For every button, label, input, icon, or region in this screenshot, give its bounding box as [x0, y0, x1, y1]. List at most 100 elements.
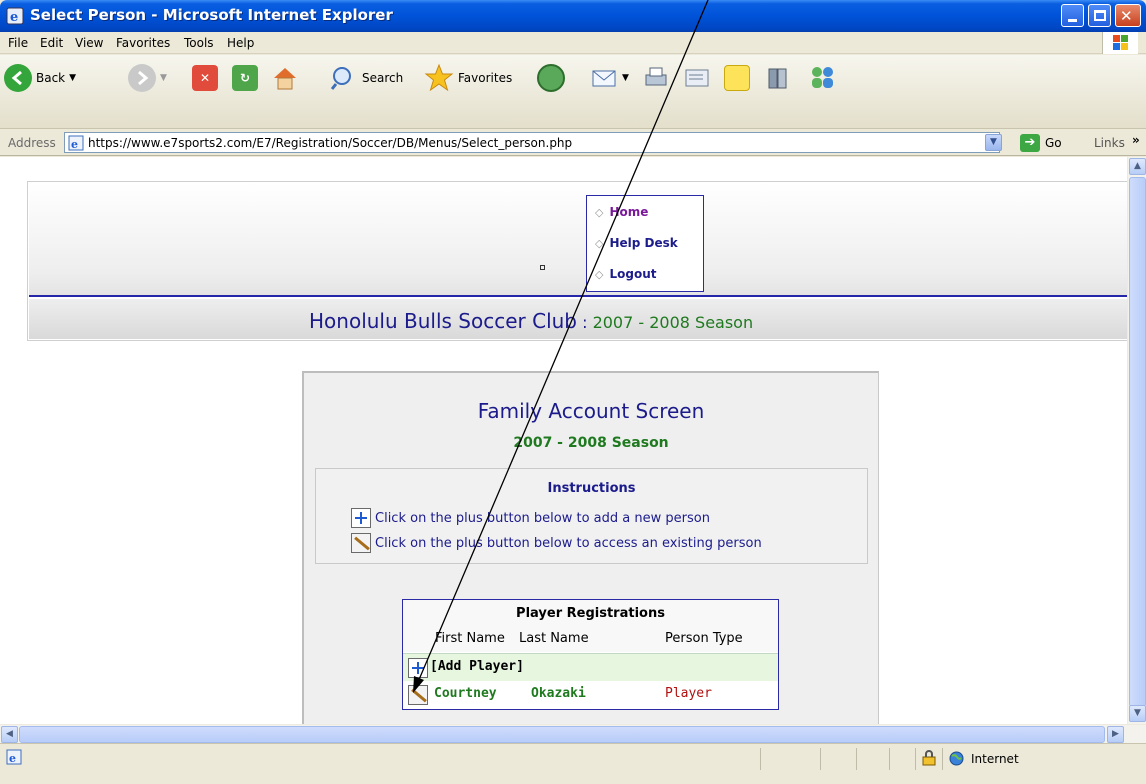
toolbar: Back ▼ ▼ ✕ ↻ Search Favorites ▼	[0, 55, 1146, 129]
messenger-button[interactable]	[808, 63, 838, 93]
add-player-link[interactable]: [Add Player]	[430, 659, 524, 674]
season-separator: :	[577, 313, 593, 332]
title-bar: e Select Person - Microsoft Internet Exp…	[0, 0, 1146, 32]
svg-text:e: e	[71, 138, 78, 151]
dropdown-arrow-icon: ▼	[160, 73, 167, 83]
search-button[interactable]: Search	[330, 63, 403, 93]
research-icon	[768, 68, 787, 89]
person-first-name[interactable]: Courtney	[434, 686, 497, 701]
nav-home[interactable]: ◇ Home	[595, 205, 648, 219]
pencil-icon	[351, 533, 371, 553]
menu-help[interactable]: Help	[227, 36, 254, 50]
notes-button[interactable]	[724, 63, 750, 93]
horizontal-scroll-thumb[interactable]	[19, 726, 1105, 743]
home-icon	[274, 68, 296, 90]
status-cell	[889, 748, 913, 770]
menu-favorites[interactable]: Favorites	[116, 36, 170, 50]
go-button[interactable]: ➔ Go	[1020, 134, 1062, 152]
history-icon	[537, 64, 565, 92]
star-icon	[424, 63, 454, 92]
zone-cell: Internet	[942, 748, 1142, 770]
home-button[interactable]	[271, 63, 299, 93]
page-icon: e	[68, 135, 84, 151]
dropdown-arrow-icon: ▼	[622, 73, 629, 83]
table-header: Player Registrations First Name Last Nam…	[403, 600, 778, 652]
status-cell	[856, 748, 886, 770]
address-label: Address	[8, 136, 56, 150]
menu-file[interactable]: File	[8, 36, 28, 50]
back-button[interactable]: Back ▼	[4, 63, 76, 93]
url-input[interactable]	[88, 134, 968, 151]
nav-menu: ◇ Home ◇ Help Desk ◇ Logout	[586, 195, 704, 292]
nav-help-desk[interactable]: ◇ Help Desk	[595, 236, 678, 250]
status-bar: e Internet	[0, 743, 1146, 784]
windows-logo-icon	[1102, 32, 1138, 54]
plus-icon	[351, 508, 371, 528]
scroll-up-icon[interactable]: ▲	[1129, 158, 1146, 175]
menu-edit[interactable]: Edit	[40, 36, 63, 50]
scroll-left-icon[interactable]: ◀	[1, 726, 18, 743]
address-bar: Address e ▼ ➔ Go Links »	[0, 130, 1146, 156]
search-icon	[330, 67, 351, 90]
address-field[interactable]: e	[64, 132, 1000, 153]
globe-icon	[949, 751, 964, 766]
go-arrow-icon: ➔	[1020, 134, 1040, 152]
dropdown-arrow-icon: ▼	[69, 73, 77, 83]
header-season: 2007 - 2008 Season	[592, 313, 754, 332]
stop-button[interactable]: ✕	[192, 63, 218, 93]
close-button[interactable]: ✕	[1115, 4, 1141, 27]
print-icon	[645, 67, 667, 86]
maximize-button[interactable]	[1088, 4, 1111, 27]
page-content: ◇ Home ◇ Help Desk ◇ Logout Honolulu Bul…	[0, 157, 1127, 724]
menu-bar: File Edit View Favorites Tools Help	[0, 32, 1146, 54]
instruction-add: Click on the plus button below to add a …	[351, 508, 710, 528]
diamond-icon: ◇	[595, 236, 604, 250]
edit-button[interactable]	[683, 63, 711, 93]
scroll-right-icon[interactable]: ▶	[1107, 726, 1124, 743]
page-status-icon: e	[6, 749, 22, 765]
print-button[interactable]	[642, 63, 670, 93]
menu-tools[interactable]: Tools	[184, 36, 214, 50]
status-cell	[760, 748, 810, 770]
lock-icon	[922, 750, 936, 766]
add-player-plus-icon[interactable]	[408, 658, 428, 678]
stop-icon: ✕	[192, 65, 218, 91]
site-header: ◇ Home ◇ Help Desk ◇ Logout Honolulu Bul…	[27, 181, 1127, 341]
minimize-button[interactable]	[1061, 4, 1084, 27]
refresh-icon: ↻	[232, 65, 258, 91]
add-player-row[interactable]: [Add Player]	[403, 653, 778, 681]
nav-logout[interactable]: ◇ Logout	[595, 267, 656, 281]
window-title: Select Person - Microsoft Internet Explo…	[30, 6, 393, 24]
status-cell	[820, 748, 850, 770]
person-last-name: Okazaki	[531, 686, 586, 701]
instruction-access: Click on the plus button below to access…	[351, 533, 762, 553]
research-button[interactable]	[765, 63, 793, 93]
forward-button[interactable]: ▼	[128, 63, 167, 93]
column-first-name: First Name	[435, 631, 505, 646]
table-title: Player Registrations	[516, 606, 665, 621]
horizontal-scrollbar[interactable]: ◀ ▶	[0, 724, 1146, 743]
note-icon	[724, 65, 750, 91]
edit-person-pencil-icon[interactable]	[408, 685, 428, 705]
chevron-right-icon[interactable]: »	[1132, 133, 1140, 147]
person-type: Player	[665, 686, 712, 701]
table-row[interactable]: Courtney Okazaki Player	[403, 681, 778, 709]
scroll-down-icon[interactable]: ▼	[1129, 705, 1146, 722]
instructions-box: Instructions Click on the plus button be…	[315, 468, 868, 564]
instructions-heading: Instructions	[547, 481, 636, 496]
refresh-button[interactable]: ↻	[232, 63, 258, 93]
vertical-scroll-thumb[interactable]	[1129, 177, 1146, 707]
favorites-button[interactable]: Favorites	[424, 63, 512, 93]
player-registrations-table: Player Registrations First Name Last Nam…	[402, 599, 779, 710]
vertical-scrollbar[interactable]: ▲ ▼	[1127, 157, 1146, 724]
menu-view[interactable]: View	[75, 36, 103, 50]
edit-page-icon	[685, 69, 709, 87]
history-button[interactable]	[537, 63, 565, 93]
column-last-name: Last Name	[519, 631, 589, 646]
links-button[interactable]: Links	[1094, 136, 1125, 150]
address-dropdown-icon[interactable]: ▼	[985, 134, 1002, 151]
bullet-marker	[540, 265, 545, 270]
club-name: Honolulu Bulls Soccer Club	[309, 309, 577, 333]
mail-button[interactable]: ▼	[590, 63, 629, 93]
family-account-panel: Family Account Screen 2007 - 2008 Season…	[302, 371, 879, 724]
